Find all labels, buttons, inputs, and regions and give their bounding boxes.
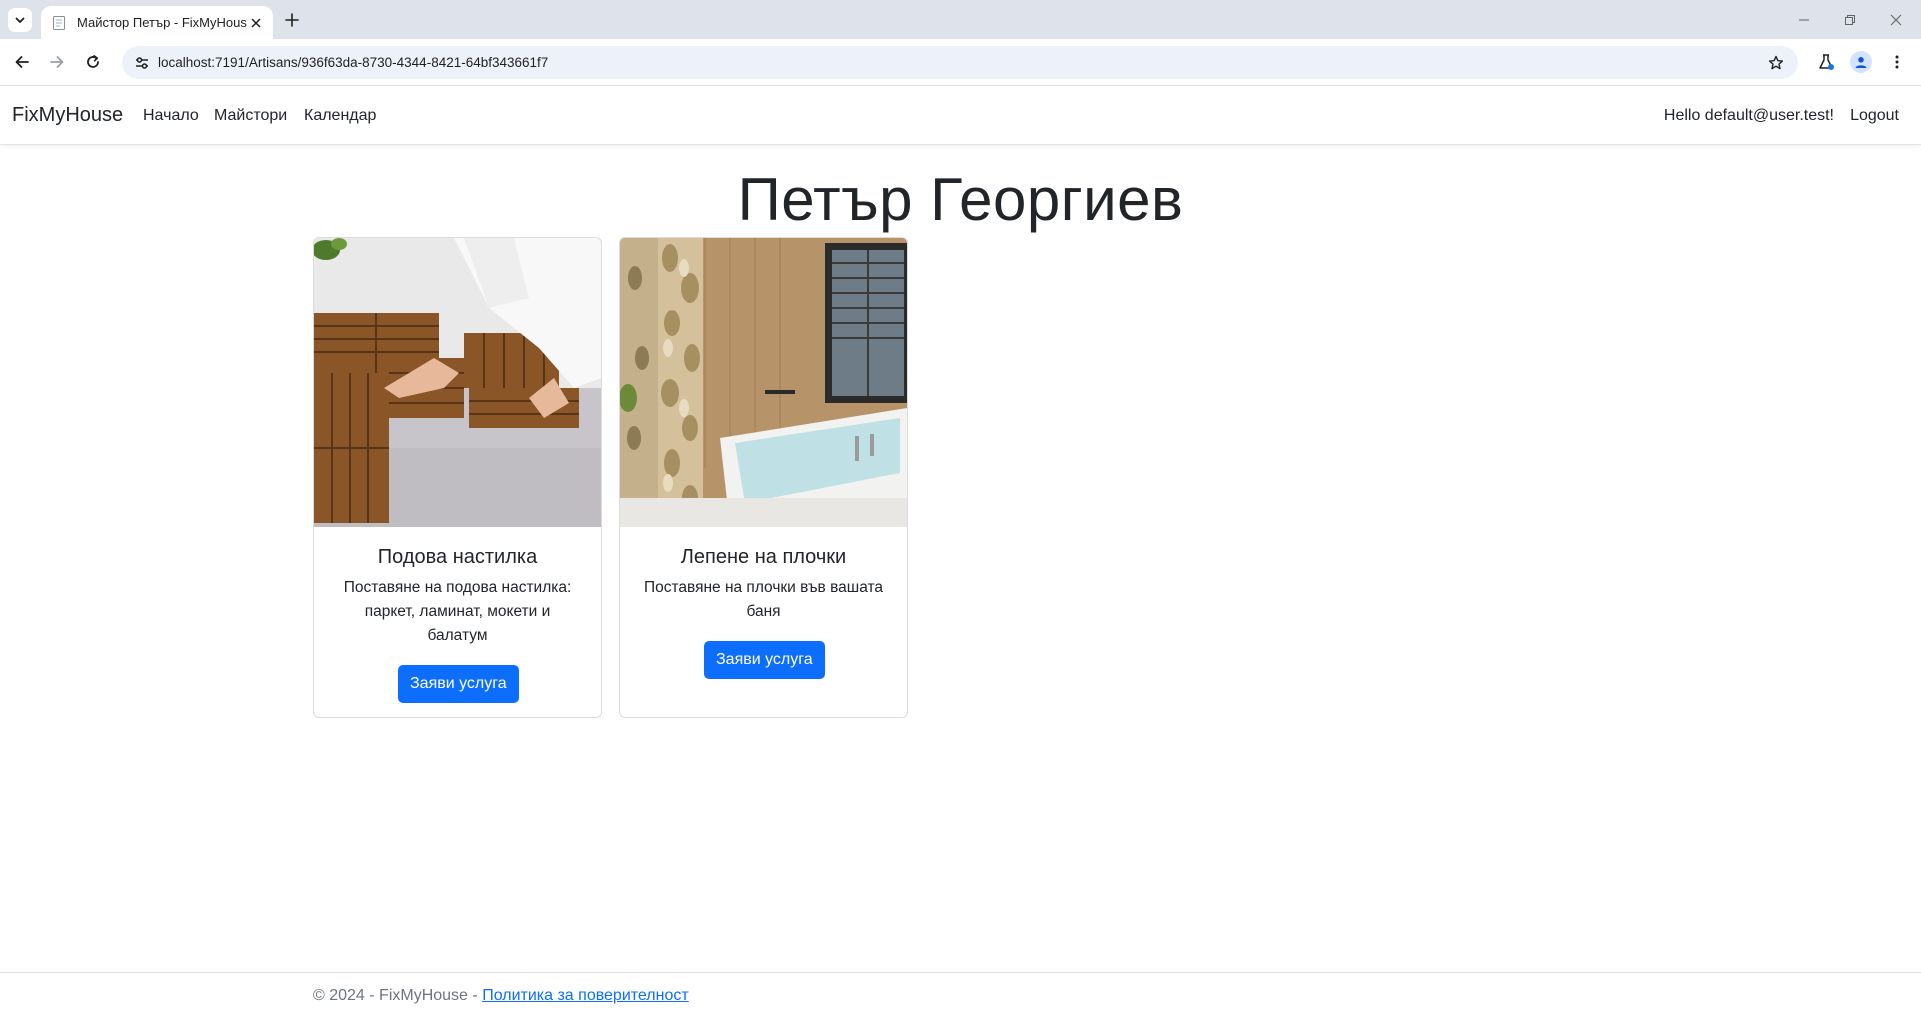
flooring-image	[314, 238, 601, 527]
page-title: Петър Георгиев	[737, 166, 1184, 233]
browser-tabstrip: Майстор Петър - FixMyHouse	[0, 0, 1921, 39]
brand-link[interactable]: FixMyHouse	[12, 86, 123, 145]
service-title: Подова настилка	[377, 546, 538, 568]
logout-link[interactable]: Logout	[1850, 86, 1899, 145]
person-icon	[1855, 57, 1867, 68]
tab-search-button[interactable]	[8, 8, 32, 32]
window-minimize-button[interactable]	[1782, 6, 1826, 34]
url-text[interactable]: localhost:7191/Artisans/936f63da-8730-43…	[158, 46, 548, 79]
service-title: Лепене на плочки	[680, 546, 847, 568]
service-description: Поставяне на плочки във вашата баня	[643, 579, 884, 620]
page-footer: © 2024 - FixMyHouse - Политика за повери…	[0, 972, 1921, 1033]
nav-link-home[interactable]: Начало	[143, 86, 199, 145]
labs-button[interactable]	[1813, 49, 1839, 75]
nav-link-calendar[interactable]: Календар	[304, 86, 376, 145]
nav-link-artisans[interactable]: Майстори	[214, 86, 287, 145]
tab-title: Майстор Петър - FixMyHouse	[77, 15, 247, 30]
browser-tab-active[interactable]: Майстор Петър - FixMyHouse	[41, 6, 273, 39]
restore-icon	[1845, 15, 1855, 25]
arrow-left-icon	[15, 56, 29, 68]
address-bar[interactable]: localhost:7191/Artisans/936f63da-8730-43…	[122, 46, 1798, 79]
chevron-down-icon	[15, 17, 25, 23]
request-service-button[interactable]: Заяви услуга	[704, 641, 825, 679]
profile-button[interactable]	[1848, 49, 1874, 75]
reload-button[interactable]	[79, 48, 107, 76]
new-tab-button[interactable]	[280, 8, 304, 32]
window-restore-button[interactable]	[1828, 6, 1872, 34]
privacy-policy-link[interactable]: Политика за поверителност	[482, 987, 689, 1004]
tab-close-icon[interactable]	[247, 14, 265, 32]
close-icon	[1890, 14, 1902, 26]
forward-button[interactable]	[43, 48, 71, 76]
footer-text: © 2024 - FixMyHouse - Политика за повери…	[313, 987, 689, 1005]
more-vertical-icon	[1895, 55, 1899, 69]
window-close-button[interactable]	[1874, 6, 1918, 34]
request-service-button[interactable]: Заяви услуга	[398, 665, 519, 703]
bathroom-tiles-image	[620, 238, 907, 527]
browser-toolbar: localhost:7191/Artisans/936f63da-8730-43…	[0, 39, 1921, 86]
service-description: Поставяне на подова настилка: паркет, ла…	[343, 579, 572, 644]
tune-icon	[136, 57, 148, 69]
reload-icon	[87, 55, 99, 68]
minimize-icon	[1799, 19, 1809, 21]
arrow-right-icon	[50, 56, 64, 68]
star-icon	[1768, 55, 1784, 70]
footer-copyright: © 2024 - FixMyHouse -	[313, 987, 478, 1004]
flask-icon	[1819, 54, 1834, 70]
back-button[interactable]	[8, 48, 36, 76]
plus-icon	[285, 13, 299, 27]
bookmark-star-button[interactable]	[1764, 51, 1788, 75]
browser-menu-button[interactable]	[1884, 49, 1910, 75]
site-info-button[interactable]	[130, 51, 154, 75]
page-favicon-icon	[53, 15, 65, 30]
service-card: Лепене на плочки Поставяне на плочки във…	[619, 237, 908, 718]
site-navbar: FixMyHouse Начало Майстори Календар Hell…	[0, 86, 1921, 145]
service-card: Подова настилка Поставяне на подова наст…	[313, 237, 602, 718]
avatar	[1850, 51, 1872, 73]
user-greeting-link[interactable]: Hello default@user.test!	[1664, 86, 1834, 145]
